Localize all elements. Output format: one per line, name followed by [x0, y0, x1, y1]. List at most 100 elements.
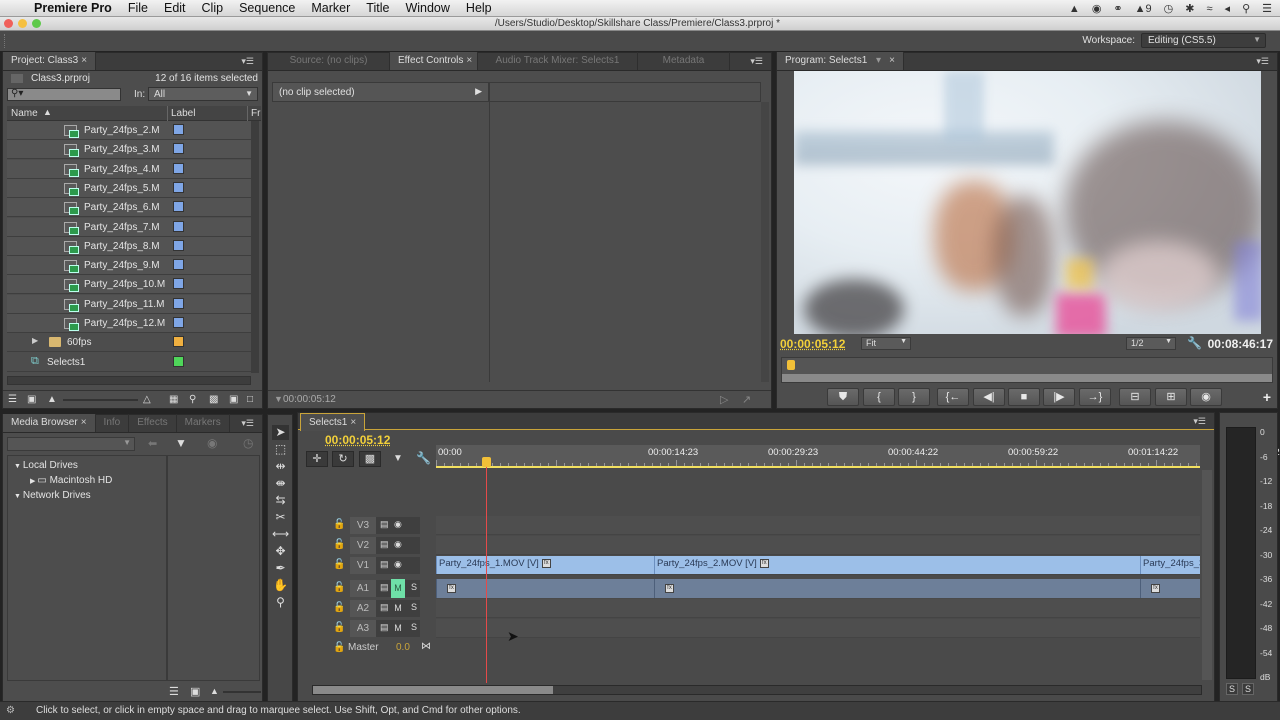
solo-button[interactable]: S: [411, 602, 417, 612]
close-icon[interactable]: ×: [81, 55, 87, 66]
video-clip[interactable]: Party_24fps_3: [1140, 556, 1200, 574]
list-item[interactable]: Party_24fps_10.M: [7, 275, 251, 295]
list-view-icon[interactable]: ☰: [8, 394, 17, 405]
horizontal-scrollbar[interactable]: [312, 685, 1202, 695]
film-icon[interactable]: ▤: [380, 559, 389, 570]
extract-button[interactable]: ⊞: [1155, 388, 1187, 406]
track-name[interactable]: V2: [350, 537, 376, 554]
tree-item[interactable]: ▶ ▭ Macintosh HD: [30, 475, 112, 486]
list-item[interactable]: ▶ 60fps: [7, 333, 251, 353]
ripple-edit-tool-icon[interactable]: ⇹: [272, 459, 289, 474]
play-icon[interactable]: ▶: [475, 86, 482, 97]
find-icon[interactable]: ▦: [169, 394, 178, 405]
label-color-swatch[interactable]: [173, 220, 184, 232]
new-item-icon[interactable]: ▣: [229, 394, 238, 405]
mark-in-button[interactable]: {: [863, 388, 895, 406]
list-item[interactable]: Party_24fps_6.M: [7, 198, 251, 218]
keyframe-area[interactable]: [489, 102, 761, 382]
list-item[interactable]: Party_24fps_12.M: [7, 314, 251, 333]
video-clip[interactable]: Party_24fps_2.MOV [V] fx: [654, 556, 1140, 574]
volume-icon[interactable]: ◂: [1225, 2, 1231, 15]
tab-info[interactable]: Info: [96, 414, 130, 432]
recent-icon[interactable]: ◷: [243, 436, 253, 450]
grip-handle[interactable]: [4, 34, 7, 48]
adobe-icon[interactable]: ▲9: [1135, 3, 1152, 15]
eye-icon[interactable]: ◉: [394, 559, 402, 570]
search-input[interactable]: ⚲▾: [7, 88, 121, 101]
label-color-swatch[interactable]: [173, 336, 184, 348]
menu-sequence[interactable]: Sequence: [231, 1, 303, 15]
eye-icon[interactable]: ◉: [394, 519, 402, 530]
program-scrubber[interactable]: [781, 357, 1273, 383]
effect-timecode[interactable]: 00:00:05:12: [283, 394, 336, 405]
hand-tool-icon[interactable]: ✋: [272, 578, 289, 593]
zoom-level-select[interactable]: Fit ▼: [861, 337, 911, 350]
app-menu[interactable]: Premiere Pro: [30, 1, 120, 15]
label-color-swatch[interactable]: [173, 317, 184, 328]
wifi-icon[interactable]: ≈: [1206, 3, 1212, 15]
expand-down-icon[interactable]: ▼: [14, 493, 23, 500]
panel-menu-icon[interactable]: ▾☰: [750, 56, 763, 67]
add-marker-button[interactable]: ⛊: [827, 388, 859, 406]
track-lane[interactable]: [436, 619, 1200, 638]
tab-media-browser[interactable]: Media Browser ×: [3, 414, 96, 432]
list-item[interactable]: Party_24fps_7.M: [7, 217, 251, 237]
mute-button[interactable]: M: [391, 599, 405, 618]
stop-button[interactable]: ■: [1008, 388, 1040, 406]
label-color-swatch[interactable]: [173, 143, 184, 155]
record-icon[interactable]: ◉: [1092, 2, 1102, 15]
solo-right-button[interactable]: S: [1242, 683, 1254, 695]
path-select[interactable]: ▼: [7, 437, 135, 451]
audio-clip[interactable]: fx: [1140, 579, 1200, 598]
list-item[interactable]: Party_24fps_3.M: [7, 140, 251, 160]
solo-button[interactable]: S: [411, 622, 417, 632]
vertical-scrollbar[interactable]: [251, 121, 259, 373]
close-icon[interactable]: ×: [889, 55, 895, 66]
clear-icon[interactable]: □: [247, 394, 253, 405]
selection-tool-icon[interactable]: ➤: [272, 425, 289, 440]
vertical-scrollbar[interactable]: [761, 102, 769, 382]
lock-icon[interactable]: 🔓: [333, 539, 345, 550]
list-view-icon[interactable]: ☰: [169, 685, 179, 698]
panel-menu-icon[interactable]: ▾☰: [241, 418, 254, 429]
col-label[interactable]: Label: [171, 108, 195, 119]
icon-view-icon[interactable]: ▣: [190, 685, 200, 698]
label-color-swatch[interactable]: [173, 201, 184, 213]
col-name[interactable]: Name: [11, 108, 38, 119]
new-bin-icon[interactable]: ▩: [209, 394, 218, 405]
zoom-window-button[interactable]: [32, 19, 41, 28]
lift-button[interactable]: ⊟: [1119, 388, 1151, 406]
label-color-swatch[interactable]: [173, 239, 184, 251]
label-color-swatch[interactable]: [173, 278, 184, 290]
track-lane[interactable]: [436, 516, 1200, 535]
expand-down-icon[interactable]: ▼: [14, 463, 23, 470]
fx-badge-icon[interactable]: fx: [541, 558, 551, 568]
menu-help[interactable]: Help: [458, 1, 500, 15]
master-mute-icon[interactable]: ⋈: [421, 641, 431, 652]
export-icon[interactable]: ↗: [742, 393, 751, 406]
audio-clip[interactable]: fx: [654, 579, 1140, 598]
vertical-scrollbar[interactable]: [1202, 470, 1212, 680]
label-color-swatch[interactable]: [173, 355, 184, 367]
film-icon[interactable]: ▤: [380, 582, 389, 593]
film-icon[interactable]: ▤: [380, 519, 389, 530]
lock-icon[interactable]: 🔓: [333, 622, 345, 633]
notification-icon[interactable]: ▲: [1069, 3, 1080, 15]
filter-icon[interactable]: ▼: [175, 436, 187, 450]
fx-badge-icon[interactable]: fx: [1151, 584, 1160, 593]
automate-icon[interactable]: △: [143, 394, 151, 405]
button-editor-plus-icon[interactable]: +: [1263, 389, 1271, 405]
menu-title[interactable]: Title: [358, 1, 397, 15]
track-name[interactable]: A1: [350, 580, 376, 597]
tree-item[interactable]: ▼ Network Drives: [14, 490, 91, 501]
scrollbar-thumb[interactable]: [313, 686, 553, 694]
track-lane[interactable]: [436, 536, 1200, 555]
close-window-button[interactable]: [4, 19, 13, 28]
panel-menu-icon[interactable]: ▾☰: [241, 56, 254, 67]
list-item[interactable]: Party_24fps_11.M: [7, 294, 251, 314]
menu-window[interactable]: Window: [397, 1, 457, 15]
film-icon[interactable]: ▤: [380, 602, 389, 613]
film-icon[interactable]: ▤: [380, 622, 389, 633]
bin-icon[interactable]: ⚲: [189, 394, 196, 405]
tab-project[interactable]: Project: Class3 ×: [3, 52, 97, 70]
